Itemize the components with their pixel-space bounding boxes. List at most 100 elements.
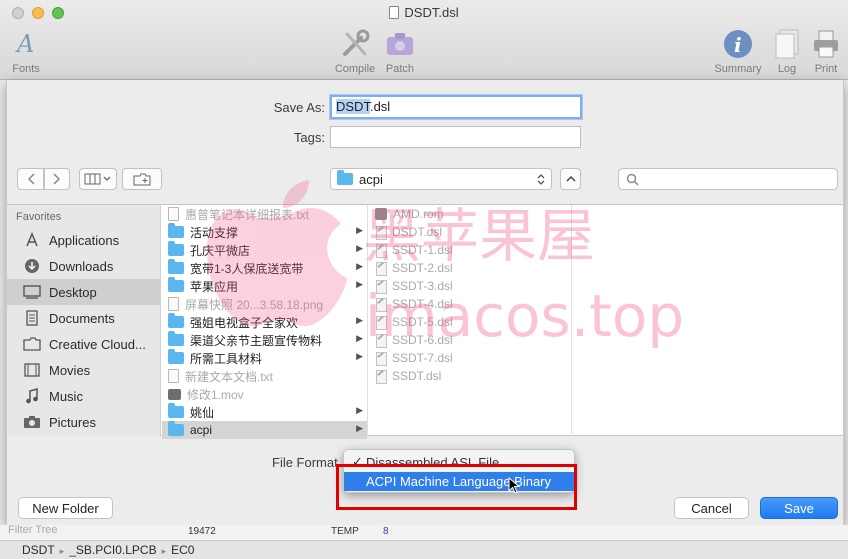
disclosure-arrow-icon: ▶ <box>356 333 363 343</box>
view-options-button[interactable] <box>79 168 117 190</box>
svg-text:A: A <box>15 30 34 58</box>
list-item[interactable]: 宽带1-3人保底送宽带 ▶ <box>162 259 367 277</box>
sidebar-item-downloads[interactable]: Downloads <box>7 253 160 279</box>
dsl-file-icon <box>375 279 387 294</box>
document-icon <box>389 6 400 19</box>
chevron-up-icon <box>565 175 576 182</box>
save-button[interactable]: Save <box>760 497 838 519</box>
list-item[interactable]: 孔庆平微店 ▶ <box>162 241 367 259</box>
back-button[interactable] <box>17 168 44 190</box>
sidebar-item-creative-cloud[interactable]: Creative Cloud... <box>7 331 160 357</box>
dsl-file-icon <box>375 225 387 240</box>
log-icon <box>772 28 802 60</box>
breadcrumb-item[interactable]: DSDT <box>22 543 55 557</box>
disclosure-arrow-icon: ▶ <box>356 261 363 271</box>
tags-field[interactable] <box>330 126 581 148</box>
list-item[interactable]: 惠普笔记本详细报表.txt <box>162 205 367 223</box>
disclosure-arrow-icon: ▶ <box>356 279 363 289</box>
dsl-file-icon <box>375 351 387 366</box>
collapse-button[interactable] <box>560 168 581 190</box>
list-item-selected[interactable]: acpi ▶ <box>162 421 367 439</box>
line-number: 19472 <box>188 526 216 537</box>
dsl-file-icon <box>375 297 387 312</box>
new-folder-toolbar-button[interactable] <box>122 168 162 190</box>
column-view-icon <box>84 173 111 185</box>
list-item[interactable]: SSDT.dsl <box>369 367 571 385</box>
dsl-file-icon <box>375 315 387 330</box>
favorites-header: Favorites <box>16 211 62 223</box>
sidebar-item-documents[interactable]: Documents <box>7 305 160 331</box>
list-item[interactable]: 强姐电视盒子全家欢 ▶ <box>162 313 367 331</box>
disclosure-arrow-icon: ▶ <box>356 405 363 415</box>
search-field[interactable] <box>618 168 838 190</box>
sidebar-item-pictures[interactable]: Pictures <box>7 409 160 435</box>
list-item[interactable]: SSDT-7.dsl <box>369 349 571 367</box>
breadcrumb-item[interactable]: EC0 <box>171 543 194 557</box>
list-item[interactable]: 修改1.mov <box>162 385 367 403</box>
menu-item-acpi-binary[interactable]: ACPI Machine Language Binary <box>344 472 576 491</box>
menu-item-disassembled-asl[interactable]: ✓ Disassembled ASL File <box>344 452 576 472</box>
breadcrumb-item[interactable]: _SB.PCI0.LPCB <box>69 543 156 557</box>
log-tool-button[interactable]: Log <box>772 28 802 75</box>
disclosure-arrow-icon: ▶ <box>356 315 363 325</box>
summary-tool-button[interactable]: i Summary <box>712 28 764 75</box>
breadcrumb-separator-icon: ▸ <box>161 546 167 556</box>
list-item[interactable]: 新建文本文档.txt <box>162 367 367 385</box>
list-item[interactable]: 屏幕快照 20...3.58.18.png <box>162 295 367 313</box>
info-icon: i <box>712 28 764 60</box>
movie-file-icon <box>168 388 181 400</box>
sidebar-item-desktop[interactable]: Desktop <box>7 279 160 305</box>
new-folder-button[interactable]: New Folder <box>18 497 113 519</box>
disclosure-arrow-icon: ▶ <box>356 243 363 253</box>
patch-icon <box>383 28 417 60</box>
list-item[interactable]: SSDT-2.dsl <box>369 259 571 277</box>
list-item[interactable]: SSDT-1.dsl <box>369 241 571 259</box>
list-item[interactable]: SSDT-6.dsl <box>369 331 571 349</box>
save-as-field[interactable]: DSDT.dsl <box>330 95 582 119</box>
list-item[interactable]: 渠道父亲节主题宣传物料 ▶ <box>162 331 367 349</box>
sidebar-item-music[interactable]: Music <box>7 383 160 409</box>
dsl-file-icon <box>375 243 387 258</box>
list-item[interactable]: SSDT-3.dsl <box>369 277 571 295</box>
compile-tool-button[interactable]: Compile <box>333 28 377 75</box>
folder-icon <box>168 241 184 256</box>
list-item[interactable]: 所需工具材料 ▶ <box>162 349 367 367</box>
tags-label: Tags: <box>293 130 325 145</box>
window-titlebar: DSDT.dsl A Fonts Compile Patch i Summary… <box>0 0 848 80</box>
code-value: 8 <box>383 526 389 537</box>
forward-button[interactable] <box>44 168 70 190</box>
browser-column-acpi: AMD.rom DSDT.dsl SSDT-1.dsl SSDT-2.dsl S… <box>369 205 572 436</box>
list-item[interactable]: 姚仙 ▶ <box>162 403 367 421</box>
list-item[interactable]: 活动支撑 ▶ <box>162 223 367 241</box>
print-tool-button[interactable]: Print <box>810 28 842 75</box>
patch-tool-button[interactable]: Patch <box>383 28 417 75</box>
sidebar-item-movies[interactable]: Movies <box>7 357 160 383</box>
compile-icon <box>333 28 377 60</box>
mouse-pointer-icon <box>508 477 521 494</box>
filter-tree-input[interactable]: Filter Tree <box>8 524 58 536</box>
list-item[interactable]: DSDT.dsl <box>369 223 571 241</box>
dsl-file-icon <box>375 333 387 348</box>
cancel-button[interactable]: Cancel <box>674 497 749 519</box>
save-as-selected-text: DSDT <box>336 99 370 114</box>
folder-icon <box>168 349 184 364</box>
sidebar-item-applications[interactable]: Applications <box>7 227 160 253</box>
folder-icon <box>337 170 353 185</box>
list-item[interactable]: AMD.rom <box>369 205 571 223</box>
desktop-icon <box>23 284 41 300</box>
fonts-tool-button[interactable]: A Fonts <box>8 28 44 75</box>
file-format-menu: ✓ Disassembled ASL File ACPI Machine Lang… <box>343 449 576 493</box>
applications-icon <box>23 232 41 248</box>
list-item[interactable]: 苹果应用 ▶ <box>162 277 367 295</box>
list-item[interactable]: SSDT-4.dsl <box>369 295 571 313</box>
location-popup[interactable]: acpi <box>330 168 552 190</box>
dsl-file-icon <box>375 261 387 276</box>
folder-icon <box>168 313 184 328</box>
list-item[interactable]: SSDT-5.dsl <box>369 313 571 331</box>
save-as-extension-text: .dsl <box>369 99 391 114</box>
code-token: TEMP <box>331 526 359 537</box>
folder-icon <box>168 259 184 274</box>
creative-cloud-icon <box>23 336 41 352</box>
updown-chevron-icon <box>537 174 545 185</box>
save-as-label: Save As: <box>273 100 325 115</box>
